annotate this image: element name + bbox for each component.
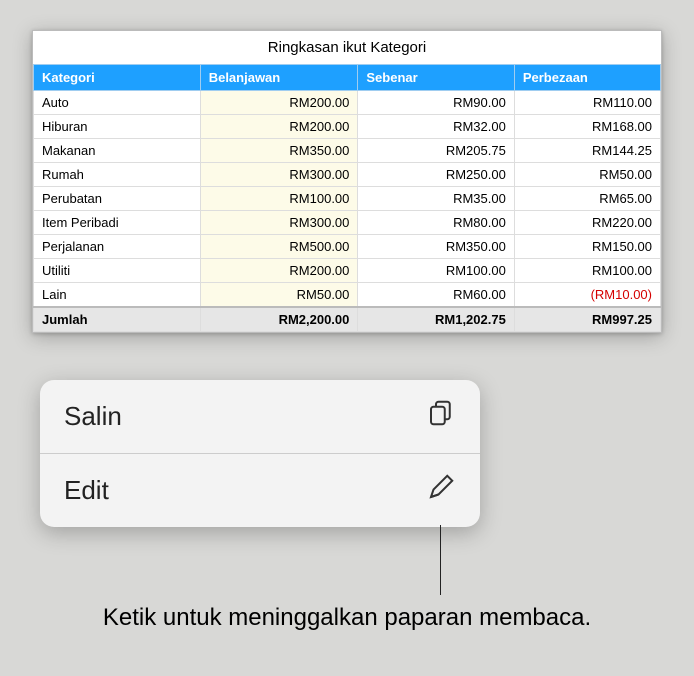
cell-budget: RM200.00 xyxy=(200,91,358,115)
cell-actual: RM205.75 xyxy=(358,139,514,163)
cell-budget: RM50.00 xyxy=(200,283,358,308)
cell-total-label: Jumlah xyxy=(34,307,201,332)
cell-diff: RM65.00 xyxy=(514,187,660,211)
cell-diff: RM220.00 xyxy=(514,211,660,235)
col-belanjawan: Belanjawan xyxy=(200,65,358,91)
sheet-title: Ringkasan ikut Kategori xyxy=(33,31,661,64)
col-sebenar: Sebenar xyxy=(358,65,514,91)
spreadsheet-sheet: Ringkasan ikut Kategori Kategori Belanja… xyxy=(32,30,662,333)
cell-total-actual: RM1,202.75 xyxy=(358,307,514,332)
table-header-row: Kategori Belanjawan Sebenar Perbezaan xyxy=(34,65,661,91)
callout-line xyxy=(440,525,441,595)
edit-menu-item[interactable]: Edit xyxy=(40,453,480,527)
caption-text: Ketik untuk meninggalkan paparan membaca… xyxy=(100,602,594,633)
cell-diff: (RM10.00) xyxy=(514,283,660,308)
cell-total-diff: RM997.25 xyxy=(514,307,660,332)
category-table: Kategori Belanjawan Sebenar Perbezaan Au… xyxy=(33,64,661,332)
cell-category: Auto xyxy=(34,91,201,115)
cell-budget: RM500.00 xyxy=(200,235,358,259)
cell-budget: RM200.00 xyxy=(200,115,358,139)
cell-category: Rumah xyxy=(34,163,201,187)
table-row: PerjalananRM500.00RM350.00RM150.00 xyxy=(34,235,661,259)
copy-label: Salin xyxy=(64,401,122,432)
col-kategori: Kategori xyxy=(34,65,201,91)
cell-budget: RM300.00 xyxy=(200,211,358,235)
copy-menu-item[interactable]: Salin xyxy=(40,380,480,453)
pencil-icon xyxy=(426,472,456,509)
cell-actual: RM32.00 xyxy=(358,115,514,139)
table-row: HiburanRM200.00RM32.00RM168.00 xyxy=(34,115,661,139)
edit-label: Edit xyxy=(64,475,109,506)
table-row: PerubatanRM100.00RM35.00RM65.00 xyxy=(34,187,661,211)
col-perbezaan: Perbezaan xyxy=(514,65,660,91)
cell-category: Item Peribadi xyxy=(34,211,201,235)
cell-diff: RM110.00 xyxy=(514,91,660,115)
cell-budget: RM100.00 xyxy=(200,187,358,211)
cell-actual: RM80.00 xyxy=(358,211,514,235)
cell-actual: RM60.00 xyxy=(358,283,514,308)
context-menu: Salin Edit xyxy=(40,380,480,527)
cell-actual: RM350.00 xyxy=(358,235,514,259)
table-row: MakananRM350.00RM205.75RM144.25 xyxy=(34,139,661,163)
cell-actual: RM250.00 xyxy=(358,163,514,187)
cell-category: Perubatan xyxy=(34,187,201,211)
table-total-row: JumlahRM2,200.00RM1,202.75RM997.25 xyxy=(34,307,661,332)
cell-actual: RM90.00 xyxy=(358,91,514,115)
cell-budget: RM200.00 xyxy=(200,259,358,283)
table-row: RumahRM300.00RM250.00RM50.00 xyxy=(34,163,661,187)
cell-diff: RM100.00 xyxy=(514,259,660,283)
table-row: AutoRM200.00RM90.00RM110.00 xyxy=(34,91,661,115)
cell-category: Hiburan xyxy=(34,115,201,139)
table-row: Item PeribadiRM300.00RM80.00RM220.00 xyxy=(34,211,661,235)
cell-budget: RM350.00 xyxy=(200,139,358,163)
cell-diff: RM168.00 xyxy=(514,115,660,139)
cell-actual: RM100.00 xyxy=(358,259,514,283)
cell-diff: RM50.00 xyxy=(514,163,660,187)
table-row: UtilitiRM200.00RM100.00RM100.00 xyxy=(34,259,661,283)
table-row: LainRM50.00RM60.00(RM10.00) xyxy=(34,283,661,308)
cell-category: Utiliti xyxy=(34,259,201,283)
cell-category: Lain xyxy=(34,283,201,308)
copy-icon xyxy=(426,398,456,435)
cell-actual: RM35.00 xyxy=(358,187,514,211)
cell-total-budget: RM2,200.00 xyxy=(200,307,358,332)
cell-diff: RM150.00 xyxy=(514,235,660,259)
cell-category: Perjalanan xyxy=(34,235,201,259)
cell-diff: RM144.25 xyxy=(514,139,660,163)
cell-category: Makanan xyxy=(34,139,201,163)
cell-budget: RM300.00 xyxy=(200,163,358,187)
